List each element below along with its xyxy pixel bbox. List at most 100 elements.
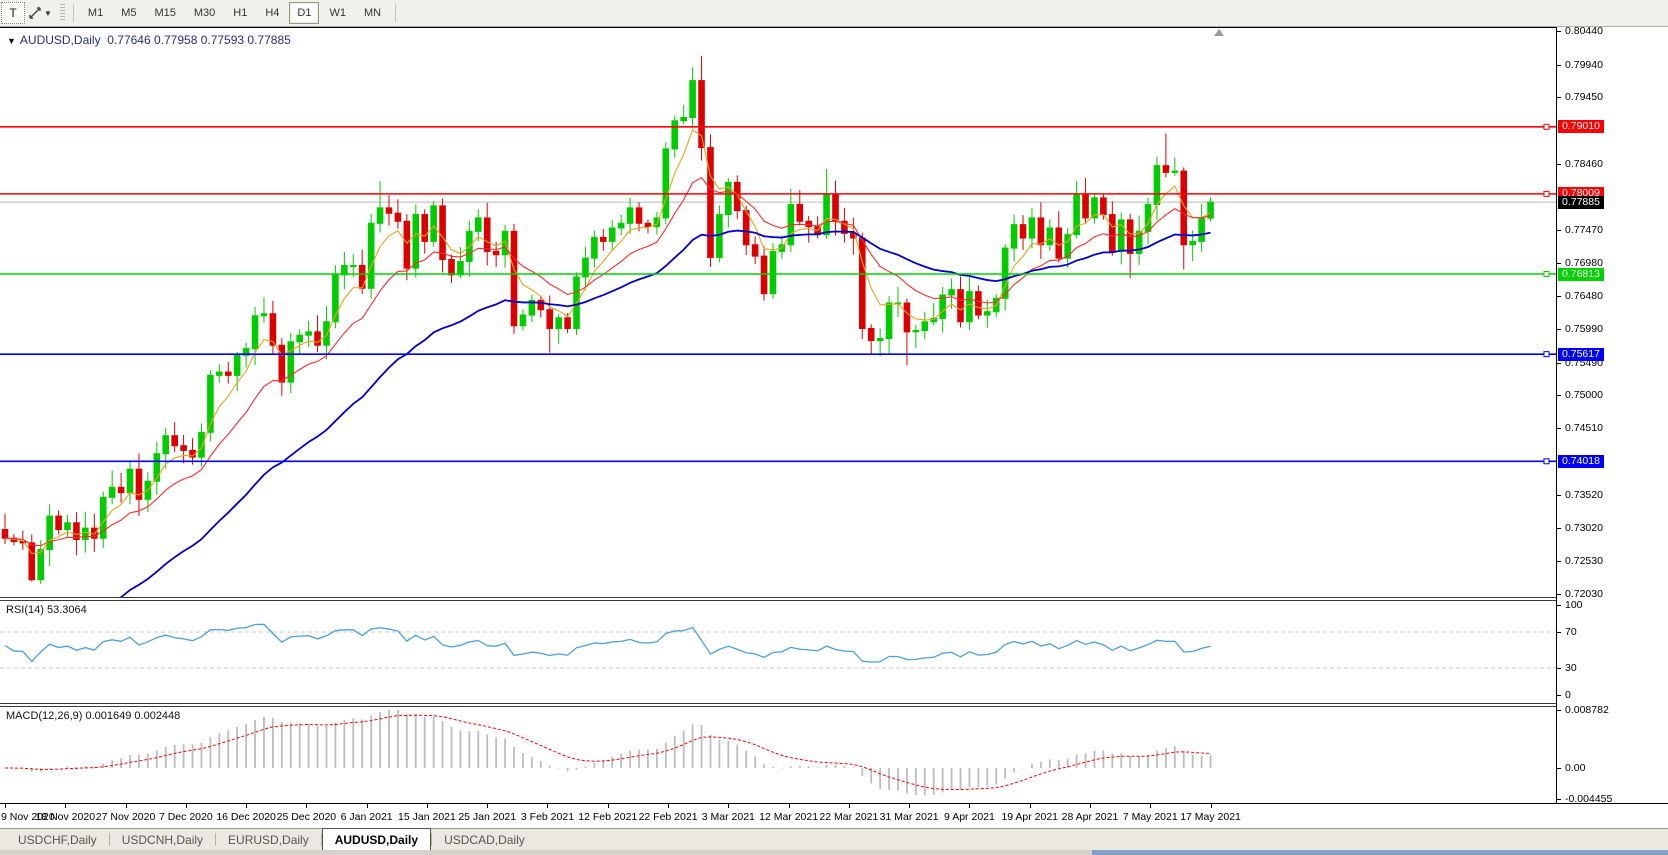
candle-body — [1037, 217, 1045, 246]
candle-body — [1144, 204, 1152, 232]
cursor-tool-button[interactable]: ▼ — [27, 2, 53, 24]
axis-tick — [1557, 695, 1561, 696]
current-price-label: 0.77885 — [1558, 195, 1604, 209]
candle-body — [876, 338, 884, 342]
price-tick-label: 0.75000 — [1565, 389, 1603, 402]
date-tick — [306, 804, 308, 808]
candle-body — [769, 250, 777, 295]
candle-body — [28, 542, 36, 581]
date-tick — [5, 804, 6, 808]
candle-body — [448, 258, 455, 276]
chart-tab-usdcad[interactable]: USDCAD,Daily — [432, 830, 537, 850]
timeframe-button-h1[interactable]: H1 — [225, 2, 255, 24]
date-label: 28 Apr 2021 — [1061, 811, 1119, 823]
candle-body — [555, 317, 562, 329]
chart-title: ▼ AUDUSD,Daily 0.77646 0.77958 0.77593 0.… — [7, 33, 291, 47]
timeframe-button-h4[interactable]: H4 — [257, 2, 287, 24]
chart-tab-eurusd[interactable]: EURUSD,Daily — [216, 830, 321, 850]
chart-tab-audusd[interactable]: AUDUSD,Daily — [321, 828, 432, 850]
candle-body — [483, 217, 491, 252]
date-tick — [909, 804, 911, 808]
rsi-axis-label: 30 — [1565, 662, 1577, 674]
timeframe-button-m15[interactable]: M15 — [146, 2, 183, 24]
main-chart-pane[interactable]: ▼ AUDUSD,Daily 0.77646 0.77958 0.77593 0.… — [0, 28, 1556, 597]
candle-body — [216, 371, 223, 376]
date-label: 16 Dec 2020 — [216, 811, 276, 823]
candle-body — [546, 309, 554, 329]
date-label: 7 May 2021 — [1122, 811, 1178, 823]
candle-body — [680, 116, 687, 122]
candle-body — [796, 204, 804, 222]
candle-body — [421, 214, 429, 242]
date-label: 25 Jan 2021 — [458, 811, 517, 823]
line-handle[interactable] — [1543, 458, 1550, 465]
timeframe-button-m30[interactable]: M30 — [186, 2, 223, 24]
macd-pane[interactable]: MACD(12,26,9) 0.001649 0.002448 — [0, 707, 1556, 803]
candle-body — [626, 207, 634, 224]
candle-body — [1028, 217, 1036, 239]
timeframe-button-d1[interactable]: D1 — [289, 2, 320, 24]
candle-body — [1162, 165, 1170, 173]
timeframe-button-mn[interactable]: MN — [356, 2, 389, 24]
candle-body — [537, 299, 545, 311]
line-handle[interactable] — [1543, 190, 1550, 197]
rsi-line — [4, 623, 1211, 663]
level-price-label: 0.74018 — [1558, 454, 1604, 468]
text-tool-button[interactable]: T — [1, 2, 25, 24]
timeframe-button-m5[interactable]: M5 — [113, 2, 144, 24]
price-tick-label: 0.79450 — [1565, 91, 1603, 104]
date-label: 3 Mar 2021 — [701, 811, 755, 823]
candle-body — [501, 230, 509, 256]
rsi-chart[interactable] — [0, 601, 1556, 703]
candle-body — [439, 205, 446, 260]
candle-body — [751, 244, 759, 257]
candle-body — [233, 354, 241, 376]
scrollbar-thumb[interactable] — [1092, 850, 1668, 855]
date-tick — [185, 804, 187, 808]
candle-body — [858, 237, 866, 329]
timeframe-button-m1[interactable]: M1 — [80, 2, 111, 24]
candle-body — [635, 207, 643, 224]
candle-body — [823, 193, 830, 236]
top-toolbar: T ▼ M1 M5 M15 M30 H1 H4 D1 W1 MN — [0, 0, 1668, 27]
axis-tick — [1557, 799, 1561, 800]
chart-dropdown-icon[interactable]: ▼ — [7, 36, 16, 46]
candle-body — [689, 80, 696, 118]
candle-body — [1100, 197, 1107, 216]
candle-body — [644, 222, 652, 228]
candle-body — [733, 181, 741, 212]
candle-body — [82, 527, 89, 541]
axis-tick — [1557, 362, 1561, 364]
candle-body — [1, 528, 9, 539]
candle-body — [224, 371, 232, 376]
candle-body — [519, 314, 527, 327]
chart-tab-usdchf[interactable]: USDCHF,Daily — [6, 830, 109, 850]
candle-body — [37, 549, 45, 581]
date-label: 9 Apr 2021 — [944, 811, 995, 823]
macd-chart[interactable] — [0, 707, 1556, 803]
line-handle[interactable] — [1543, 351, 1550, 358]
date-tick — [366, 804, 368, 808]
price-tick-label: 0.79940 — [1565, 58, 1603, 71]
chart-shift-marker[interactable] — [1214, 29, 1224, 36]
candle-body — [617, 222, 625, 229]
candle-body — [1189, 240, 1196, 246]
candle-body — [367, 222, 375, 289]
candle-body — [948, 289, 955, 296]
date-tick — [969, 804, 971, 808]
date-label: 6 Jan 2021 — [340, 811, 393, 823]
horizontal-scrollbar[interactable] — [0, 850, 1668, 855]
candle-body — [305, 331, 312, 336]
candle-body — [358, 265, 366, 289]
chart-tab-usdcnh[interactable]: USDCNH,Daily — [110, 830, 215, 850]
candlestick-chart[interactable] — [0, 28, 1556, 597]
rsi-pane[interactable]: RSI(14) 53.3064 — [0, 601, 1556, 703]
axis-tick — [1557, 668, 1561, 669]
line-handle[interactable] — [1543, 271, 1550, 278]
candle-body — [251, 315, 259, 350]
timeframe-button-w1[interactable]: W1 — [321, 2, 354, 24]
candle-body — [1171, 170, 1179, 173]
date-label: 3 Feb 2021 — [520, 811, 575, 823]
line-handle[interactable] — [1543, 123, 1550, 130]
date-label: 19 Apr 2021 — [1001, 811, 1059, 823]
